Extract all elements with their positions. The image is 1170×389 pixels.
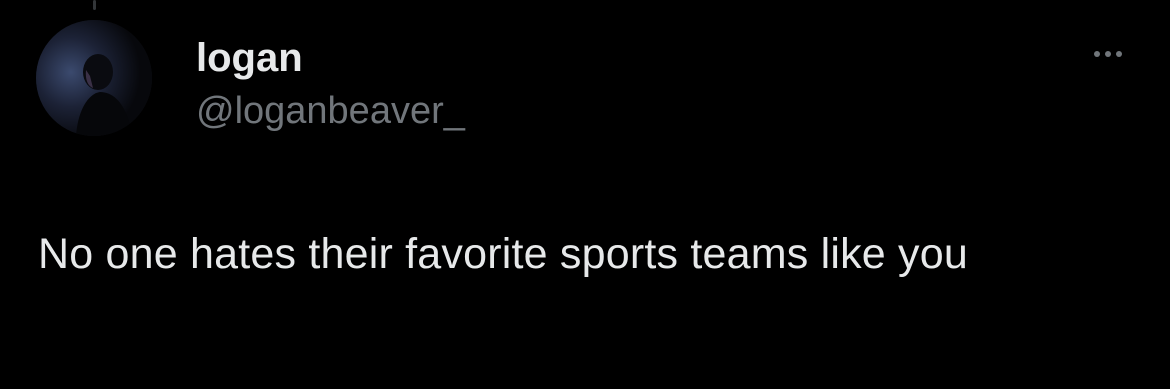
thread-connector-line <box>93 0 96 10</box>
author-name[interactable]: logan <box>196 34 303 82</box>
avatar-image <box>36 20 152 136</box>
tweet-card[interactable]: logan @loganbeaver_ No one hates their f… <box>0 0 1170 389</box>
more-horizontal-icon <box>1116 51 1122 57</box>
more-horizontal-icon <box>1094 51 1100 57</box>
more-horizontal-icon <box>1105 51 1111 57</box>
author-handle[interactable]: @loganbeaver_ <box>196 88 465 134</box>
avatar[interactable] <box>36 20 152 136</box>
more-options-button[interactable] <box>1082 36 1134 72</box>
tweet-text: No one hates their favorite sports teams… <box>38 230 968 278</box>
